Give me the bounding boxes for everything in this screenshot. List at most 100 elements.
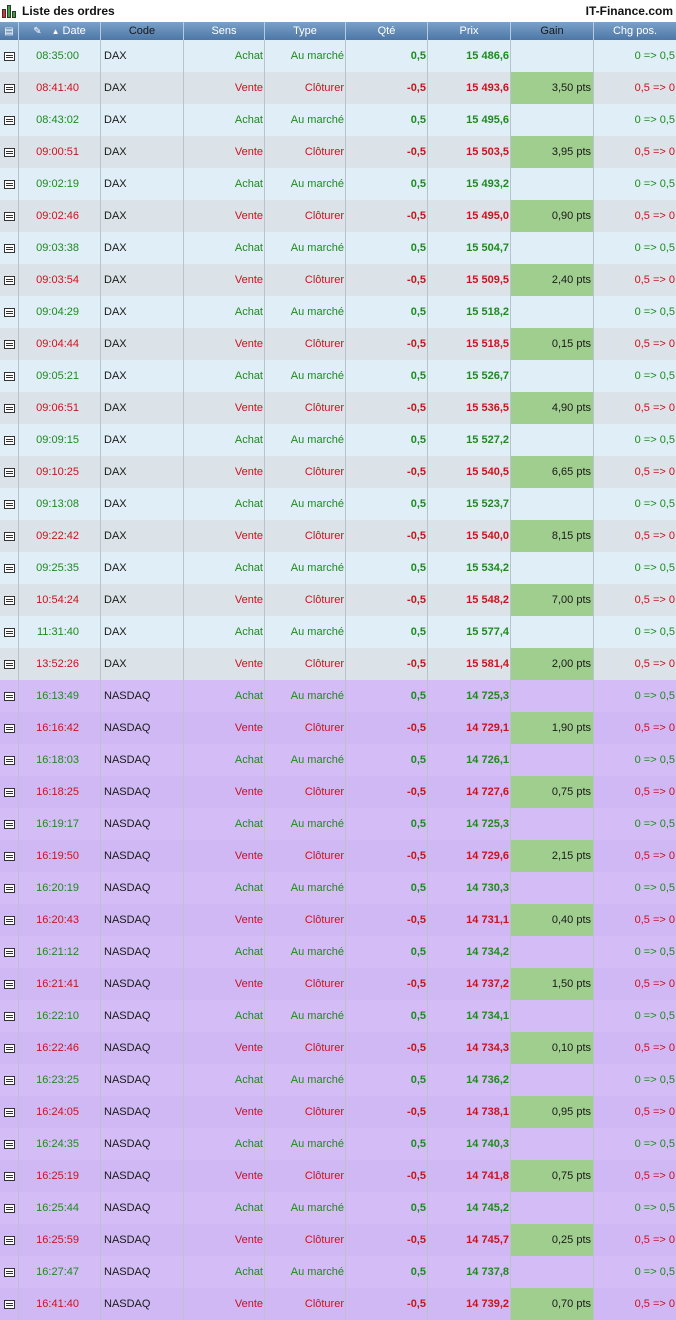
table-row[interactable]: 16:19:17 NASDAQ Achat Au marché 0,5 14 725,3 0…	[0, 808, 676, 840]
table-row[interactable]: 09:05:21 DAX Achat Au marché 0,5 15 526,7 0 =>…	[0, 360, 676, 392]
order-details-icon[interactable]	[3, 627, 15, 637]
table-row[interactable]: 16:20:19 NASDAQ Achat Au marché 0,5 14 730,3 0…	[0, 872, 676, 904]
order-details-cell[interactable]	[0, 1192, 19, 1224]
order-details-icon[interactable]	[3, 1107, 15, 1117]
order-details-cell[interactable]	[0, 40, 19, 72]
table-row[interactable]: 09:00:51 DAX Vente Clôturer -0,5 15 503,5 3,95…	[0, 136, 676, 168]
order-details-cell[interactable]	[0, 488, 19, 520]
order-details-icon[interactable]	[3, 83, 15, 93]
order-details-cell[interactable]	[0, 808, 19, 840]
order-details-cell[interactable]	[0, 1256, 19, 1288]
order-details-icon[interactable]	[3, 915, 15, 925]
order-details-icon[interactable]	[3, 371, 15, 381]
order-details-cell[interactable]	[0, 104, 19, 136]
order-details-icon[interactable]	[3, 147, 15, 157]
order-details-cell[interactable]	[0, 392, 19, 424]
table-row[interactable]: 16:23:25 NASDAQ Achat Au marché 0,5 14 736,2 0…	[0, 1064, 676, 1096]
order-details-icon[interactable]	[3, 1011, 15, 1021]
order-details-icon[interactable]	[3, 1203, 15, 1213]
order-details-cell[interactable]	[0, 968, 19, 1000]
table-row[interactable]: 16:41:40 NASDAQ Vente Clôturer -0,5 14 739,2 0…	[0, 1288, 676, 1320]
column-header-gain[interactable]: Gain	[511, 22, 594, 40]
table-row[interactable]: 16:27:47 NASDAQ Achat Au marché 0,5 14 737,8 0…	[0, 1256, 676, 1288]
order-details-cell[interactable]	[0, 456, 19, 488]
order-details-icon[interactable]	[3, 531, 15, 541]
table-row[interactable]: 09:10:25 DAX Vente Clôturer -0,5 15 540,5 6,65…	[0, 456, 676, 488]
order-details-icon[interactable]	[3, 851, 15, 861]
table-row[interactable]: 09:04:44 DAX Vente Clôturer -0,5 15 518,5 0,15…	[0, 328, 676, 360]
table-row[interactable]: 10:54:24 DAX Vente Clôturer -0,5 15 548,2 7,00…	[0, 584, 676, 616]
order-details-cell[interactable]	[0, 680, 19, 712]
order-details-icon[interactable]	[3, 1235, 15, 1245]
table-row[interactable]: 16:21:41 NASDAQ Vente Clôturer -0,5 14 737,2 1…	[0, 968, 676, 1000]
columns-icon[interactable]: ▤	[4, 26, 13, 37]
table-row[interactable]: 09:22:42 DAX Vente Clôturer -0,5 15 540,0 8,15…	[0, 520, 676, 552]
order-details-icon[interactable]	[3, 659, 15, 669]
order-details-icon[interactable]	[3, 755, 15, 765]
order-details-cell[interactable]	[0, 744, 19, 776]
order-details-icon[interactable]	[3, 947, 15, 957]
table-row[interactable]: 09:03:38 DAX Achat Au marché 0,5 15 504,7 0 =>…	[0, 232, 676, 264]
order-details-icon[interactable]	[3, 1299, 15, 1309]
table-row[interactable]: 16:20:43 NASDAQ Vente Clôturer -0,5 14 731,1 0…	[0, 904, 676, 936]
order-details-cell[interactable]	[0, 1000, 19, 1032]
table-row[interactable]: 09:03:54 DAX Vente Clôturer -0,5 15 509,5 2,40…	[0, 264, 676, 296]
order-details-icon[interactable]	[3, 211, 15, 221]
order-details-cell[interactable]	[0, 936, 19, 968]
table-row[interactable]: 16:19:50 NASDAQ Vente Clôturer -0,5 14 729,6 2…	[0, 840, 676, 872]
order-details-cell[interactable]	[0, 232, 19, 264]
order-details-cell[interactable]	[0, 872, 19, 904]
order-details-cell[interactable]	[0, 616, 19, 648]
table-row[interactable]: 08:43:02 DAX Achat Au marché 0,5 15 495,6 0 =>…	[0, 104, 676, 136]
table-row[interactable]: 16:25:19 NASDAQ Vente Clôturer -0,5 14 741,8 0…	[0, 1160, 676, 1192]
column-header-sens[interactable]: Sens	[184, 22, 265, 40]
table-row[interactable]: 16:18:25 NASDAQ Vente Clôturer -0,5 14 727,6 0…	[0, 776, 676, 808]
order-details-cell[interactable]	[0, 584, 19, 616]
order-details-icon[interactable]	[3, 467, 15, 477]
order-details-icon[interactable]	[3, 179, 15, 189]
order-details-cell[interactable]	[0, 1064, 19, 1096]
table-row[interactable]: 16:25:59 NASDAQ Vente Clôturer -0,5 14 745,7 0…	[0, 1224, 676, 1256]
table-row[interactable]: 16:21:12 NASDAQ Achat Au marché 0,5 14 734,2 0…	[0, 936, 676, 968]
order-details-cell[interactable]	[0, 136, 19, 168]
order-details-icon[interactable]	[3, 1171, 15, 1181]
order-details-icon[interactable]	[3, 1139, 15, 1149]
order-details-icon[interactable]	[3, 243, 15, 253]
table-row[interactable]: 09:25:35 DAX Achat Au marché 0,5 15 534,2 0 =>…	[0, 552, 676, 584]
order-details-icon[interactable]	[3, 787, 15, 797]
order-details-icon[interactable]	[3, 691, 15, 701]
order-details-cell[interactable]	[0, 840, 19, 872]
table-row[interactable]: 09:13:08 DAX Achat Au marché 0,5 15 523,7 0 =>…	[0, 488, 676, 520]
table-row[interactable]: 16:24:35 NASDAQ Achat Au marché 0,5 14 740,3 0…	[0, 1128, 676, 1160]
order-details-cell[interactable]	[0, 168, 19, 200]
column-header-qte[interactable]: Qté	[346, 22, 428, 40]
order-details-cell[interactable]	[0, 552, 19, 584]
order-details-icon[interactable]	[3, 979, 15, 989]
column-header-code[interactable]: Code	[101, 22, 184, 40]
table-row[interactable]: 16:16:42 NASDAQ Vente Clôturer -0,5 14 729,1 1…	[0, 712, 676, 744]
order-details-cell[interactable]	[0, 648, 19, 680]
column-header-type[interactable]: Type	[265, 22, 346, 40]
order-details-cell[interactable]	[0, 264, 19, 296]
order-details-cell[interactable]	[0, 200, 19, 232]
order-details-icon[interactable]	[3, 51, 15, 61]
table-row[interactable]: 08:41:40 DAX Vente Clôturer -0,5 15 493,6 3,50…	[0, 72, 676, 104]
table-row[interactable]: 11:31:40 DAX Achat Au marché 0,5 15 577,4 0 =>…	[0, 616, 676, 648]
header-tools[interactable]: ▤	[0, 22, 19, 40]
order-details-icon[interactable]	[3, 1267, 15, 1277]
table-row[interactable]: 16:18:03 NASDAQ Achat Au marché 0,5 14 726,1 0…	[0, 744, 676, 776]
order-details-icon[interactable]	[3, 595, 15, 605]
table-row[interactable]: 09:06:51 DAX Vente Clôturer -0,5 15 536,5 4,90…	[0, 392, 676, 424]
table-row[interactable]: 16:25:44 NASDAQ Achat Au marché 0,5 14 745,2 0…	[0, 1192, 676, 1224]
table-row[interactable]: 09:09:15 DAX Achat Au marché 0,5 15 527,2 0 =>…	[0, 424, 676, 456]
order-details-cell[interactable]	[0, 72, 19, 104]
order-details-icon[interactable]	[3, 883, 15, 893]
order-details-cell[interactable]	[0, 296, 19, 328]
order-details-icon[interactable]	[3, 403, 15, 413]
table-row[interactable]: 16:13:49 NASDAQ Achat Au marché 0,5 14 725,3 0…	[0, 680, 676, 712]
order-details-cell[interactable]	[0, 1096, 19, 1128]
wrench-icon[interactable]: ✎	[33, 26, 41, 37]
order-details-cell[interactable]	[0, 776, 19, 808]
column-header-chg-pos[interactable]: Chg pos.	[594, 22, 676, 40]
table-row[interactable]: 16:24:05 NASDAQ Vente Clôturer -0,5 14 738,1 0…	[0, 1096, 676, 1128]
